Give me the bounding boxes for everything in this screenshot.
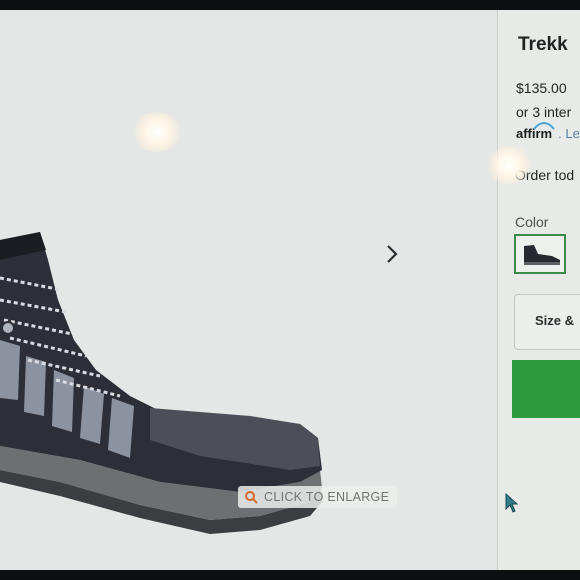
product-details-panel: Trekk $135.00 or 3 inter affirm . Le Ord… xyxy=(498,10,580,570)
product-image-gallery: CLICK TO ENLARGE xyxy=(0,10,498,570)
color-label: Color xyxy=(515,214,549,230)
screen-glare-right xyxy=(486,146,532,184)
product-price: $135.00 xyxy=(516,80,567,96)
size-button-label: Size & xyxy=(535,313,575,328)
click-to-enlarge-label: CLICK TO ENLARGE xyxy=(264,490,390,504)
installments-text: or 3 inter xyxy=(516,104,572,120)
affirm-logo: affirm xyxy=(516,122,555,141)
size-width-button[interactable]: Size & xyxy=(514,294,580,350)
browser-viewport: CLICK TO ENLARGE Trekk $135.00 or 3 inte… xyxy=(0,10,580,570)
color-swatch[interactable] xyxy=(514,234,566,274)
affirm-arc-icon xyxy=(533,122,555,130)
product-title: Trekk xyxy=(518,34,568,55)
screen-glare xyxy=(132,112,182,152)
click-to-enlarge-button[interactable]: CLICK TO ENLARGE xyxy=(238,486,398,508)
affirm-learn-more-link[interactable]: . Le xyxy=(558,126,580,141)
magnifier-icon xyxy=(245,491,258,504)
add-to-cart-button[interactable] xyxy=(512,360,580,418)
affirm-row: affirm . Le xyxy=(516,122,580,141)
chevron-right-icon[interactable] xyxy=(382,242,402,266)
boot-thumbnail-icon xyxy=(524,245,560,265)
mouse-cursor-icon xyxy=(505,493,519,513)
